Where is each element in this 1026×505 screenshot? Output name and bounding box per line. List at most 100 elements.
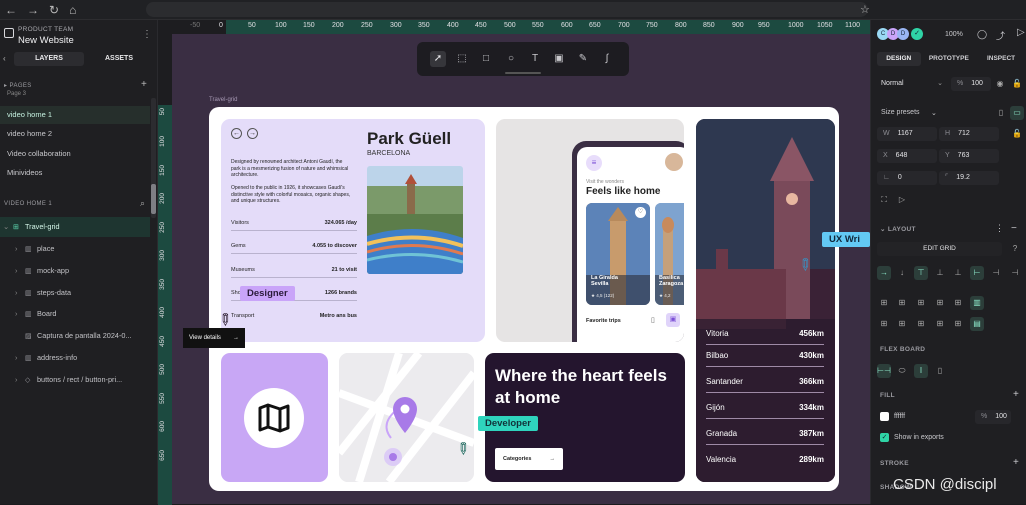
clip-content-icon[interactable]: ⛶ (877, 193, 891, 207)
opacity-input[interactable]: % 100 (951, 77, 991, 91)
fill-swatch[interactable] (880, 412, 889, 421)
fill-opacity-input[interactable]: % 100 (975, 410, 1011, 424)
grid-view-icon[interactable]: ▣ (666, 313, 680, 327)
blend-mode-select[interactable]: Normal ⌄ (877, 77, 947, 91)
view-details-button[interactable]: View details → (183, 328, 245, 348)
fill-width-icon[interactable]: ⊢⊣ (877, 364, 891, 378)
size-presets-select[interactable]: Size presets (881, 109, 920, 116)
align-top-icon[interactable]: ⊤ (914, 266, 928, 280)
show-in-exports-checkbox[interactable]: ✓ (880, 433, 889, 442)
add-fill-icon[interactable]: + (1013, 389, 1019, 400)
remove-icon[interactable]: − (1011, 223, 1017, 234)
direction-column-icon[interactable]: ↓ (895, 266, 909, 280)
path-tool-icon[interactable]: ∫ (599, 51, 615, 67)
justify-end-icon[interactable]: ⊣ (1008, 266, 1022, 280)
fit-width-icon[interactable]: ⬭ (895, 364, 909, 378)
tab-layers[interactable]: LAYERS (14, 52, 84, 66)
place-card[interactable]: La Giralda Sevilla ★ 4,5 (122) ♡ (586, 203, 650, 305)
fit-height-icon[interactable]: ▯ (933, 364, 947, 378)
grid-distribute-icon[interactable]: ⊞ (951, 317, 965, 331)
portrait-icon[interactable]: ▯ (994, 106, 1008, 120)
rectangle-tool-icon[interactable]: □ (478, 51, 494, 67)
x-input[interactable]: X 648 (877, 149, 937, 163)
align-middle-icon[interactable]: ⊥ (933, 266, 947, 280)
board-tool-icon[interactable]: ⬚ (454, 51, 470, 67)
align-bottom-icon[interactable]: ⊥ (951, 266, 965, 280)
list-view-icon[interactable]: ▯ (651, 316, 655, 324)
layer-item[interactable]: › ▥ place (0, 239, 150, 259)
more-options-icon[interactable]: ⋮ (995, 223, 1004, 234)
layer-item[interactable]: › ▥ mock-app (0, 261, 150, 281)
tab-inspect[interactable]: INSPECT (977, 52, 1025, 66)
bookmark-star-icon[interactable]: ☆ (860, 3, 870, 16)
fill-hex[interactable]: ffffff (894, 413, 905, 420)
rotation-input[interactable]: ∟ 0 (877, 171, 937, 185)
grid-distribute-icon[interactable]: ⊞ (895, 296, 909, 310)
edit-grid-button[interactable]: EDIT GRID (877, 242, 1002, 256)
show-in-view-icon[interactable]: ▷ (895, 193, 909, 207)
proportion-lock-icon[interactable]: 🔓 (1010, 127, 1024, 141)
add-stroke-icon[interactable]: + (1013, 457, 1019, 468)
ellipse-tool-icon[interactable]: ○ (503, 51, 519, 67)
grid-distribute-icon[interactable]: ▥ (970, 296, 984, 310)
grid-distribute-icon[interactable]: ⊞ (914, 317, 928, 331)
text-tool-icon[interactable]: T (527, 51, 543, 67)
grid-distribute-icon[interactable]: ▤ (970, 317, 984, 331)
bookmark-icon[interactable]: ♡ (635, 207, 646, 218)
arrow-right-icon[interactable]: → (247, 128, 258, 139)
map-pin-card[interactable] (339, 353, 474, 482)
grid-distribute-icon[interactable]: ⊞ (877, 296, 891, 310)
justify-start-icon[interactable]: ⊢ (970, 266, 984, 280)
layer-item[interactable]: ⌄ ⊞ Travel-grid (0, 217, 150, 237)
layer-item[interactable]: › ▥ Board (0, 304, 150, 324)
layer-item[interactable]: › ▥ address-info (0, 348, 150, 368)
arrow-left-icon[interactable]: ← (231, 128, 242, 139)
width-input[interactable]: W 1167 (877, 127, 937, 141)
pages-scrollbar[interactable] (151, 98, 156, 218)
page-item-partial[interactable]: Page 3 (0, 88, 150, 100)
play-icon[interactable]: ▷ (1017, 27, 1025, 38)
address-bar[interactable] (146, 2, 868, 17)
categories-button[interactable]: Categories → (495, 448, 563, 470)
avatar[interactable]: D (897, 28, 909, 40)
move-tool-icon[interactable]: ➚ (430, 51, 446, 67)
lock-icon[interactable]: 🔓 (1010, 77, 1024, 91)
app-mockup-card[interactable]: ≡ Visit the wonders Feels like home La G… (496, 119, 684, 342)
share-icon[interactable]: ⤴ (996, 29, 1005, 42)
direction-row-icon[interactable]: → (877, 266, 891, 280)
eye-icon[interactable]: ◉ (993, 77, 1007, 91)
tab-design[interactable]: DESIGN (877, 52, 921, 66)
help-icon[interactable]: ? (1008, 242, 1022, 256)
grid-distribute-icon[interactable]: ⊞ (933, 317, 947, 331)
layer-item[interactable]: › ▥ steps-data (0, 283, 150, 303)
grid-distribute-icon[interactable]: ⊞ (895, 317, 909, 331)
grid-distribute-icon[interactable]: ⊞ (877, 317, 891, 331)
forward-icon[interactable]: → (27, 3, 39, 17)
justify-center-icon[interactable]: ⊣ (989, 266, 1003, 280)
page-item-minivideos[interactable]: Minivideos (0, 164, 150, 182)
landscape-icon[interactable]: ▭ (1010, 106, 1024, 120)
reload-icon[interactable]: ↻ (49, 3, 59, 17)
page-item-video-home-1[interactable]: video home 1 (0, 106, 150, 124)
park-card[interactable]: ← → Designed by renowned architect Anton… (221, 119, 485, 342)
radius-input[interactable]: ⌜ 19.2 (939, 171, 999, 185)
tab-assets[interactable]: ASSETS (84, 52, 154, 66)
pencil-tool-icon[interactable]: ✎ (575, 51, 591, 67)
menu-icon[interactable]: ≡ (586, 155, 602, 171)
avatar[interactable] (665, 153, 683, 171)
grid-distribute-icon[interactable]: ⊞ (933, 296, 947, 310)
page-item-video-collaboration[interactable]: Video collaboration (0, 145, 150, 163)
comments-icon[interactable]: ◯ (977, 29, 987, 40)
layer-item[interactable]: ▨ Captura de pantalla 2024-0... (0, 326, 150, 346)
image-tool-icon[interactable]: ▣ (551, 51, 567, 67)
layer-item[interactable]: › ◇ buttons / rect / button-pri... (0, 370, 150, 390)
place-card[interactable]: Basilica Zaragoza ★ 4,2 (655, 203, 684, 305)
back-icon[interactable]: ← (5, 3, 17, 17)
fill-height-icon[interactable]: I (914, 364, 928, 378)
tab-prototype[interactable]: PROTOTYPE (921, 52, 978, 66)
city-distances-card[interactable]: Vitoria 456km Bilbao 430km Santander 366km … (696, 119, 835, 482)
zoom-level[interactable]: 100% (945, 31, 963, 38)
grid-distribute-icon[interactable]: ⊞ (914, 296, 928, 310)
chevron-left-icon[interactable]: ‹ (3, 54, 6, 63)
y-input[interactable]: Y 763 (939, 149, 999, 163)
